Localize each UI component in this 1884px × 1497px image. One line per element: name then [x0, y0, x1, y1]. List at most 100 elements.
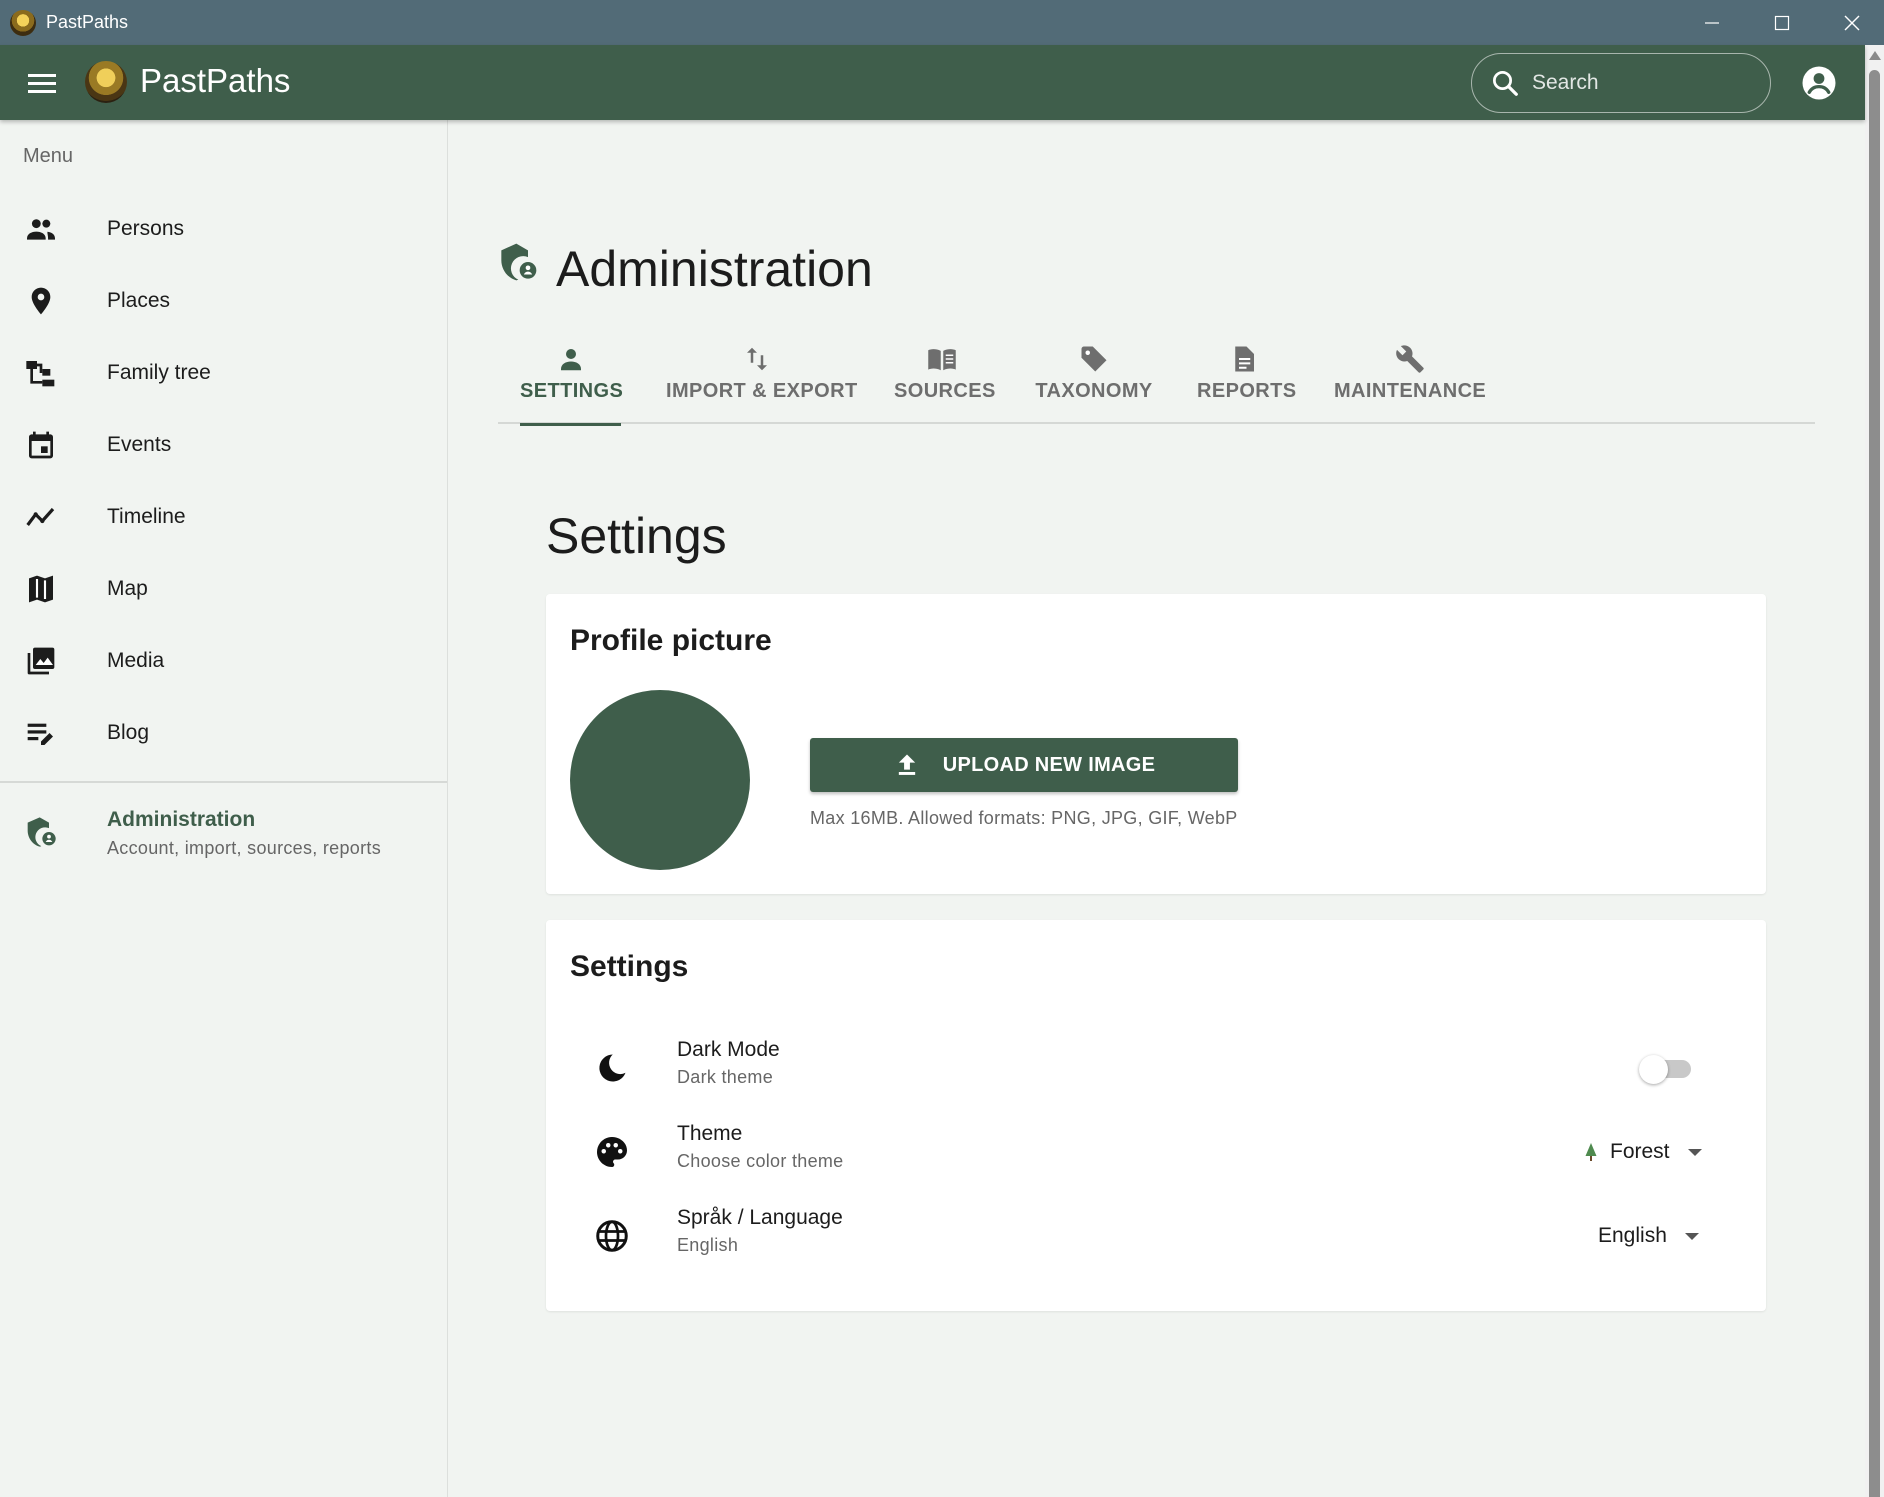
map-pin-icon: [31, 287, 51, 315]
tab-label: MAINTENANCE: [1334, 380, 1487, 402]
timeline-icon: [26, 507, 55, 526]
tab-sources[interactable]: SOURCES: [894, 344, 996, 424]
setting-label: Dark Mode: [677, 1038, 780, 1061]
brand-name: PastPaths: [140, 62, 291, 99]
upload-icon: [898, 754, 915, 775]
setting-description: Dark theme: [677, 1067, 774, 1087]
setting-description: English: [677, 1235, 739, 1255]
sidebar-item-administration[interactable]: Administration Account, import, sources,…: [0, 800, 447, 872]
tab-taxonomy[interactable]: TAXONOMY: [1035, 344, 1153, 424]
settings-card: Settings Dark Mode Dark theme Theme Choo…: [546, 920, 1766, 1311]
page-title: Administration: [556, 241, 873, 297]
language-select[interactable]: English: [1598, 1216, 1699, 1256]
tab-maintenance[interactable]: MAINTENANCE: [1334, 344, 1486, 424]
theme-select-value: Forest: [1610, 1140, 1670, 1163]
palette-icon: [597, 1137, 627, 1167]
language-select-value: English: [1598, 1224, 1667, 1247]
sidebar-item-label: Map: [107, 577, 148, 600]
sidebar-item-blog[interactable]: Blog: [0, 697, 447, 769]
page-header: [498, 242, 538, 282]
app-bar: PastPaths: [0, 45, 1865, 120]
setting-label: Theme: [677, 1122, 743, 1145]
tree-icon: [1585, 1143, 1597, 1161]
dark-mode-toggle[interactable]: [1639, 1055, 1691, 1084]
upload-image-button[interactable]: UPLOAD NEW IMAGE: [810, 738, 1238, 792]
card-title: Profile picture: [570, 624, 772, 657]
toggle-knob: [1639, 1055, 1668, 1084]
sidebar-menu-label: Menu: [23, 145, 74, 167]
avatar: [570, 690, 750, 870]
map-icon: [29, 575, 53, 603]
window-title: PastPaths: [46, 12, 129, 32]
book-icon: [928, 349, 956, 371]
tab-label: IMPORT & EXPORT: [666, 380, 858, 402]
document-icon: [1235, 346, 1254, 372]
sidebar-item-label: Blog: [107, 721, 150, 744]
setting-description: Choose color theme: [677, 1151, 844, 1171]
page-scrollbar[interactable]: [1865, 45, 1884, 1497]
account-circle-icon: [1802, 66, 1836, 100]
profile-picture-card: Profile picture UPLOAD NEW IMAGE Max 16M…: [546, 594, 1766, 894]
sidebar-item-events[interactable]: Events: [0, 409, 447, 481]
family-tree-icon: [26, 361, 55, 387]
sidebar-divider: [0, 781, 447, 783]
maximize-button[interactable]: [1747, 0, 1817, 45]
search-input[interactable]: [1532, 71, 1752, 95]
scrollbar-thumb[interactable]: [1869, 70, 1880, 1497]
sidebar-item-label: Events: [107, 433, 172, 456]
sidebar-item-map[interactable]: Map: [0, 553, 447, 625]
tab-settings[interactable]: SETTINGS: [520, 344, 624, 426]
setting-theme: Theme Choose color theme Forest: [546, 1112, 1766, 1192]
tab-reports[interactable]: REPORTS: [1197, 344, 1297, 424]
close-icon: [1844, 15, 1860, 30]
import-export-icon: [747, 347, 767, 371]
setting-label: Språk / Language: [677, 1206, 843, 1229]
card-title: Settings: [570, 950, 689, 983]
theme-select[interactable]: Forest: [1584, 1132, 1702, 1172]
admin-shield-icon: [501, 243, 537, 281]
hamburger-menu-icon: [28, 74, 56, 93]
search-box[interactable]: [1471, 53, 1771, 113]
menu-toggle-button[interactable]: [24, 67, 60, 99]
setting-dark-mode: Dark Mode Dark theme: [546, 1028, 1766, 1108]
moon-icon: [599, 1054, 626, 1082]
tab-label: SETTINGS: [520, 380, 624, 402]
wrench-icon: [1396, 345, 1424, 373]
upload-button-label: UPLOAD NEW IMAGE: [942, 753, 1156, 776]
account-button[interactable]: [1801, 65, 1837, 101]
sidebar-item-label: Family tree: [107, 361, 211, 384]
sidebar-item-media[interactable]: Media: [0, 625, 447, 697]
admin-shield-icon: [27, 817, 56, 847]
tab-label: REPORTS: [1197, 380, 1297, 402]
chevron-down-icon: [1684, 1232, 1699, 1240]
tab-label: SOURCES: [894, 380, 996, 402]
people-icon: [27, 219, 55, 240]
close-window-button[interactable]: [1817, 0, 1884, 45]
sidebar-item-places[interactable]: Places: [0, 265, 447, 337]
main-content: Administration SETTINGS IMPORT & EXPORT …: [448, 120, 1865, 1497]
sidebar-item-persons[interactable]: Persons: [0, 193, 447, 265]
sidebar: Menu Persons Places Family tree Events T…: [0, 120, 448, 1497]
window-titlebar: PastPaths: [0, 0, 1884, 45]
setting-language: Språk / Language English English: [546, 1196, 1766, 1276]
brand-logo-icon: [85, 61, 127, 103]
sidebar-admin-subtitle: Account, import, sources, reports: [107, 838, 382, 858]
app-logo-icon: [10, 9, 36, 36]
sidebar-item-label: Persons: [107, 217, 185, 240]
scroll-up-arrow-icon[interactable]: [1869, 51, 1881, 60]
sidebar-item-family-tree[interactable]: Family tree: [0, 337, 447, 409]
tag-icon: [1081, 346, 1107, 372]
person-icon: [560, 349, 581, 371]
chevron-down-icon: [1687, 1148, 1702, 1156]
minimize-button[interactable]: [1677, 0, 1747, 45]
tab-import-export[interactable]: IMPORT & EXPORT: [666, 344, 858, 424]
sidebar-admin-label: Administration: [107, 808, 256, 831]
sidebar-item-label: Timeline: [107, 505, 186, 528]
sidebar-item-label: Media: [107, 649, 165, 672]
edit-note-icon: [27, 723, 53, 745]
search-icon: [1493, 71, 1518, 96]
upload-hint: Max 16MB. Allowed formats: PNG, JPG, GIF…: [810, 808, 1238, 828]
minimize-icon: [1705, 21, 1719, 24]
sidebar-item-timeline[interactable]: Timeline: [0, 481, 447, 553]
image-library-icon: [27, 647, 55, 675]
